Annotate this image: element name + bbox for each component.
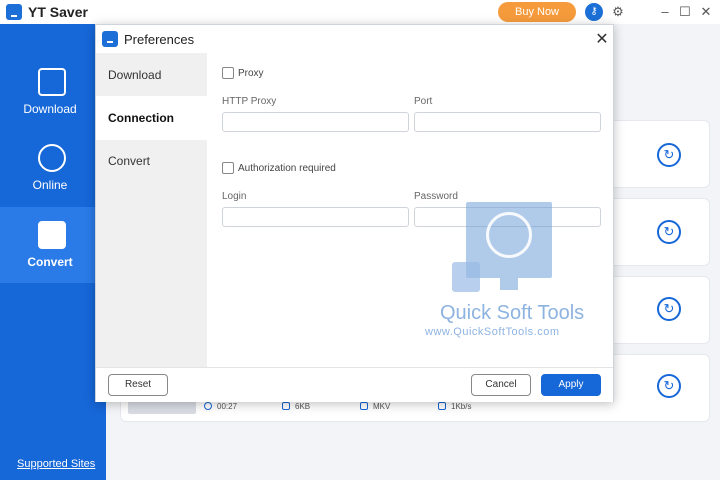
proxy-checkbox[interactable] [222, 67, 234, 79]
convert-icon [38, 221, 66, 249]
sidebar-item-label: Online [32, 178, 68, 192]
globe-icon [38, 144, 66, 172]
close-icon[interactable]: ✕ [594, 29, 610, 49]
sidebar-item-label: Download [23, 102, 77, 116]
reset-button[interactable]: Reset [108, 374, 168, 396]
authorization-label: Authorization required [238, 163, 336, 174]
speed-icon [438, 402, 446, 410]
app-logo-icon [6, 4, 22, 20]
clock-icon [204, 402, 212, 410]
sidebar-item-online[interactable]: Online [0, 130, 106, 206]
minimize-icon[interactable]: – [656, 3, 674, 21]
port-label: Port [414, 96, 433, 107]
preferences-tabs: Download Connection Convert [96, 53, 207, 367]
dialog-header: Preferences ✕ [96, 25, 613, 53]
http-proxy-label: HTTP Proxy [222, 96, 277, 107]
gear-icon[interactable]: ⚙ [609, 3, 627, 21]
file-size-icon [282, 402, 290, 410]
app-logo-icon [102, 31, 118, 47]
convert-icon[interactable]: ↻ [657, 297, 681, 321]
buy-now-button[interactable]: Buy Now [498, 2, 576, 22]
http-proxy-input[interactable] [222, 112, 409, 132]
tab-convert[interactable]: Convert [96, 139, 207, 183]
proxy-label: Proxy [238, 68, 264, 79]
convert-icon[interactable]: ↻ [657, 374, 681, 398]
tab-download[interactable]: Download [96, 53, 207, 97]
watermark-brain-icon [486, 212, 532, 258]
file-size: 6KB [295, 402, 311, 411]
watermark-play-icon [452, 262, 480, 292]
format-icon [360, 402, 368, 410]
video-thumbnail [128, 400, 196, 414]
supported-sites-link[interactable]: Supported Sites [17, 458, 95, 470]
maximize-icon[interactable]: ☐ [676, 3, 694, 21]
apply-button[interactable]: Apply [541, 374, 601, 396]
cancel-button[interactable]: Cancel [471, 374, 531, 396]
speed: 1Kb/s [451, 402, 472, 411]
convert-icon[interactable]: ↻ [657, 143, 681, 167]
dialog-footer: Reset Cancel Apply [96, 367, 613, 402]
sidebar-item-label: Convert [27, 255, 73, 269]
watermark-stand [500, 278, 518, 290]
app-title: YT Saver [28, 4, 88, 20]
watermark-brand: Quick Soft Tools [440, 302, 585, 324]
convert-icon[interactable]: ↻ [657, 220, 681, 244]
login-input[interactable] [222, 207, 409, 227]
authorization-checkbox[interactable] [222, 162, 234, 174]
title-bar: YT Saver Buy Now ⚷ ⚙ – ☐ ✕ [0, 0, 720, 24]
sidebar-item-download[interactable]: Download [0, 54, 106, 130]
key-icon[interactable]: ⚷ [585, 3, 603, 21]
sidebar: Download Online Convert [0, 24, 106, 480]
download-icon [38, 68, 66, 96]
duration: 00:27 [217, 402, 238, 411]
close-window-icon[interactable]: ✕ [697, 3, 715, 21]
login-label: Login [222, 191, 247, 202]
dialog-title: Preferences [124, 32, 195, 47]
tab-connection[interactable]: Connection [96, 96, 207, 140]
password-label: Password [414, 191, 458, 202]
file-format: MKV [373, 402, 391, 411]
watermark-url: www.QuickSoftTools.com [425, 326, 560, 338]
port-input[interactable] [414, 112, 601, 132]
sidebar-item-convert[interactable]: Convert [0, 207, 106, 283]
